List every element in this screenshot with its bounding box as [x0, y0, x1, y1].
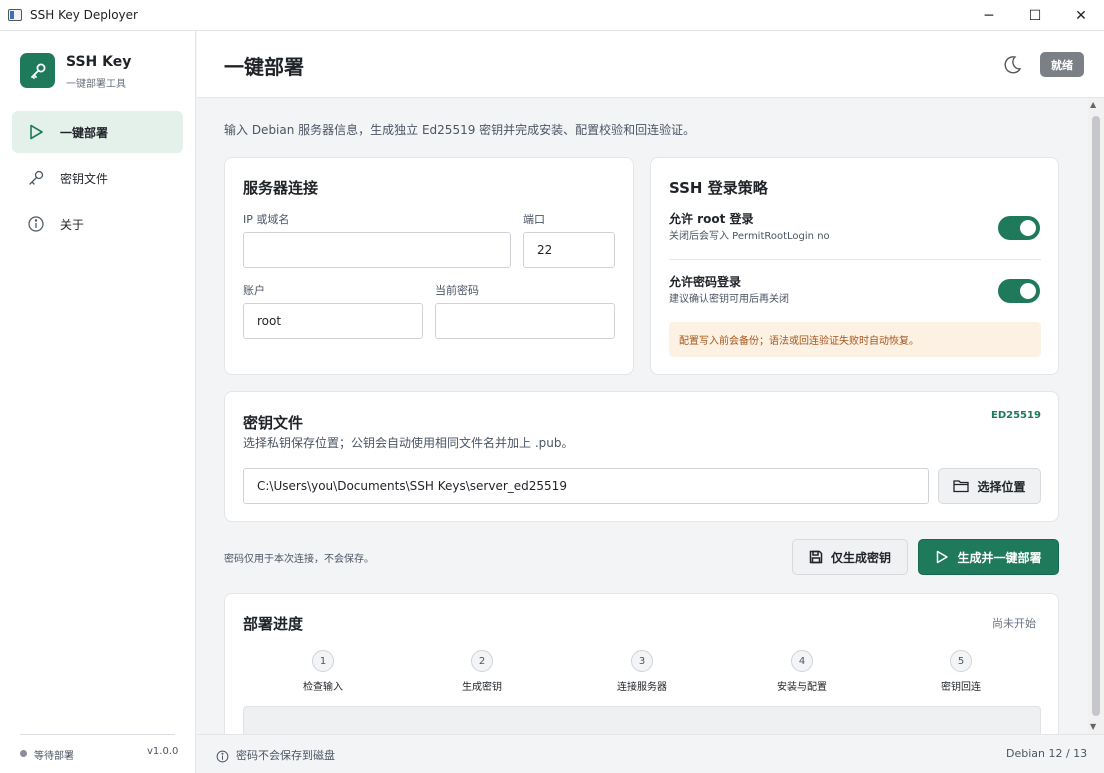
step-number: 2 — [471, 650, 493, 672]
password-input[interactable] — [435, 303, 615, 339]
host-input[interactable] — [243, 232, 511, 268]
app-icon — [8, 9, 22, 21]
password-login-subtitle: 建议确认密钥可用后再关闭 — [669, 294, 789, 305]
minimize-button[interactable]: ─ — [966, 0, 1012, 31]
version-label: v1.0.0 — [147, 746, 179, 757]
choose-location-label: 选择位置 — [977, 479, 1026, 494]
sidebar-item-deploy[interactable]: 一键部署 — [12, 111, 183, 153]
step-label: 生成密钥 — [462, 682, 502, 693]
progress-step: 4 安装与配置 — [757, 650, 847, 693]
key-icon — [30, 63, 45, 79]
info-icon — [26, 214, 46, 234]
sidebar-item-keyfile[interactable]: 密钥文件 — [12, 157, 183, 199]
ssh-policy-card: SSH 登录策略 允许 root 登录 关闭后会写入 PermitRootLog… — [650, 157, 1059, 375]
step-number: 5 — [950, 650, 972, 672]
server-connection-card: 服务器连接 IP 或域名 端口 22 账户 root 当前密码 — [224, 157, 634, 375]
user-input[interactable]: root — [243, 303, 423, 339]
intro-text: 输入 Debian 服务器信息，生成独立 Ed25519 密钥并完成安装、配置校… — [224, 123, 696, 137]
generate-and-deploy-label: 生成并一键部署 — [957, 550, 1042, 565]
header: 一键部署 就绪 — [197, 31, 1104, 98]
step-label: 检查输入 — [303, 682, 343, 693]
brand-subtitle: 一键部署工具 — [66, 79, 126, 90]
progress-step: 2 生成密钥 — [437, 650, 527, 693]
moon-icon[interactable] — [1000, 53, 1024, 77]
password-login-toggle[interactable] — [998, 279, 1040, 303]
progress-card: 部署进度 尚未开始 1 检查输入 2 生成密钥 3 连接服务器 4 安装与配置 … — [224, 593, 1059, 753]
title-bar: SSH Key Deployer ─ ☐ ✕ — [0, 0, 1104, 31]
folder-icon — [953, 479, 970, 493]
port-input[interactable]: 22 — [523, 232, 615, 268]
page-title: 一键部署 — [224, 55, 304, 79]
sidebar-item-label: 关于 — [60, 217, 85, 232]
footer-note: 密码不会保存到磁盘 — [236, 749, 335, 762]
status-dot — [20, 750, 27, 757]
card-title: SSH 登录策略 — [669, 179, 768, 197]
key-file-description: 选择私钥保存位置；公钥会自动使用相同文件名并加上 .pub。 — [243, 436, 574, 450]
progress-state: 尚未开始 — [992, 617, 1036, 630]
info-icon — [216, 748, 229, 767]
key-file-card: 密钥文件 ED25519 选择私钥保存位置；公钥会自动使用相同文件名并加上 .p… — [224, 391, 1059, 522]
close-button[interactable]: ✕ — [1058, 0, 1104, 31]
progress-step: 3 连接服务器 — [597, 650, 687, 693]
port-label: 端口 — [523, 213, 545, 226]
host-label: IP 或域名 — [243, 213, 290, 226]
key-icon — [26, 168, 46, 188]
generate-and-deploy-button[interactable]: 生成并一键部署 — [918, 539, 1059, 575]
brand-name: SSH Key — [66, 54, 132, 70]
sidebar: SSH Key 一键部署工具 一键部署 密钥文件 关于 等待部署 v1.0.0 — [0, 31, 196, 773]
scroll-up-arrow-icon[interactable]: ▲ — [1090, 100, 1096, 109]
card-title: 密钥文件 — [243, 414, 304, 432]
generate-key-only-button[interactable]: 仅生成密钥 — [792, 539, 908, 575]
password-login-title: 允许密码登录 — [669, 275, 742, 289]
sidebar-item-label: 密钥文件 — [60, 171, 109, 186]
save-icon — [809, 550, 823, 564]
window-title: SSH Key Deployer — [30, 8, 138, 22]
step-label: 连接服务器 — [617, 682, 667, 693]
os-version: Debian 12 / 13 — [1006, 747, 1088, 760]
progress-step: 5 密钥回连 — [916, 650, 1006, 693]
backup-warning: 配置写入前会备份；语法或回连验证失败时自动恢复。 — [669, 322, 1041, 357]
status-badge: 就绪 — [1040, 52, 1084, 77]
choose-location-button[interactable]: 选择位置 — [938, 468, 1041, 504]
key-path-input[interactable]: C:\Users\you\Documents\SSH Keys\server_e… — [243, 468, 929, 504]
sidebar-item-about[interactable]: 关于 — [12, 203, 183, 245]
divider — [669, 259, 1041, 260]
scroll-down-arrow-icon[interactable]: ▼ — [1090, 722, 1096, 731]
root-login-toggle[interactable] — [998, 216, 1040, 240]
maximize-button[interactable]: ☐ — [1012, 0, 1058, 31]
scrollbar-thumb[interactable] — [1092, 116, 1100, 716]
algorithm-badge: ED25519 — [991, 410, 1041, 421]
card-title: 部署进度 — [243, 615, 304, 633]
progress-step: 1 检查输入 — [278, 650, 368, 693]
step-number: 1 — [312, 650, 334, 672]
root-login-title: 允许 root 登录 — [669, 212, 754, 226]
logo — [20, 53, 55, 88]
step-label: 安装与配置 — [777, 682, 827, 693]
sidebar-divider — [20, 734, 175, 735]
generate-key-only-label: 仅生成密钥 — [830, 550, 891, 565]
card-title: 服务器连接 — [243, 179, 319, 197]
step-number: 4 — [791, 650, 813, 672]
user-label: 账户 — [243, 284, 265, 297]
sidebar-item-label: 一键部署 — [60, 125, 109, 140]
password-label: 当前密码 — [435, 284, 479, 297]
deploy-status: 等待部署 — [34, 751, 74, 762]
footer: 密码不会保存到磁盘 Debian 12 / 13 — [197, 734, 1104, 773]
step-number: 3 — [631, 650, 653, 672]
root-login-subtitle: 关闭后会写入 PermitRootLogin no — [669, 231, 830, 242]
play-icon — [935, 550, 949, 564]
play-icon — [26, 122, 46, 142]
password-note: 密码仅用于本次连接，不会保存。 — [224, 554, 374, 565]
step-label: 密钥回连 — [941, 682, 981, 693]
